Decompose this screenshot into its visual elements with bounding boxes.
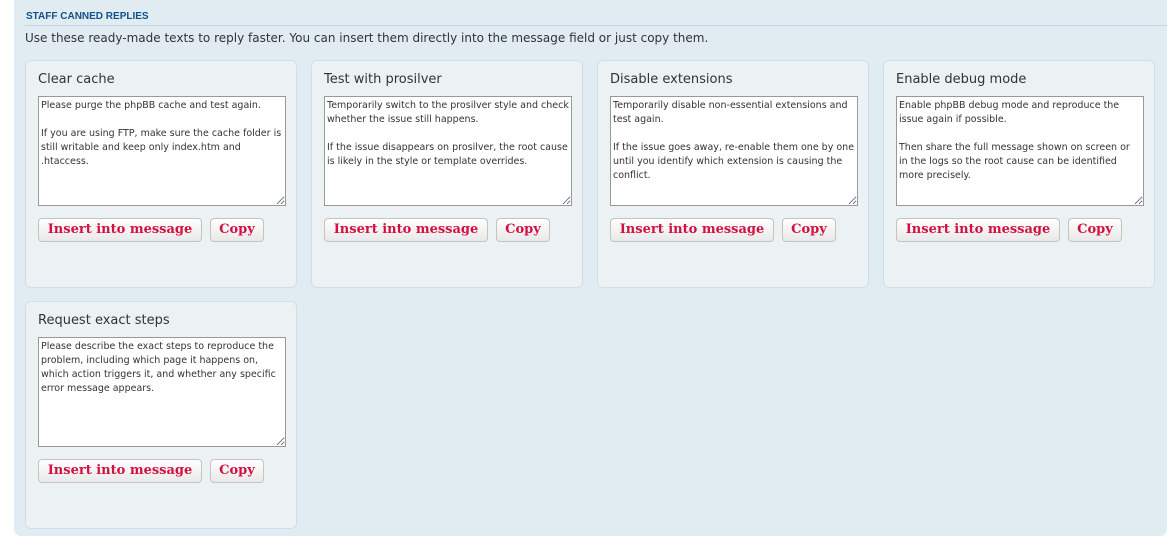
reply-card-disable-extensions: Disable extensions Temporarily disable n… [597, 60, 869, 288]
reply-textarea[interactable]: Temporarily switch to the prosilver styl… [324, 96, 572, 206]
reply-card-clear-cache: Clear cache Please purge the phpBB cache… [25, 60, 297, 288]
reply-textarea[interactable]: Please purge the phpBB cache and test ag… [38, 96, 286, 206]
reply-card-enable-debug: Enable debug mode Enable phpBB debug mod… [883, 60, 1155, 288]
copy-button[interactable]: Copy [210, 459, 264, 483]
panel-title: STAFF CANNED REPLIES [26, 11, 149, 22]
copy-button[interactable]: Copy [496, 218, 550, 242]
insert-into-message-button[interactable]: Insert into message [38, 459, 202, 483]
reply-title: Test with prosilver [324, 72, 442, 87]
insert-into-message-button[interactable]: Insert into message [896, 218, 1060, 242]
panel-description: Use these ready-made texts to reply fast… [25, 31, 709, 45]
insert-into-message-button[interactable]: Insert into message [610, 218, 774, 242]
reply-title: Disable extensions [610, 72, 733, 87]
reply-title: Enable debug mode [896, 72, 1027, 87]
reply-textarea[interactable]: Temporarily disable non-essential extens… [610, 96, 858, 206]
insert-into-message-button[interactable]: Insert into message [38, 218, 202, 242]
reply-textarea[interactable]: Please describe the exact steps to repro… [38, 337, 286, 447]
copy-button[interactable]: Copy [1068, 218, 1122, 242]
reply-title: Request exact steps [38, 313, 170, 328]
canned-replies-panel: STAFF CANNED REPLIES Use these ready-mad… [14, 0, 1167, 536]
insert-into-message-button[interactable]: Insert into message [324, 218, 488, 242]
copy-button[interactable]: Copy [782, 218, 836, 242]
panel-divider [25, 25, 1167, 26]
reply-card-test-prosilver: Test with prosilver Temporarily switch t… [311, 60, 583, 288]
reply-textarea[interactable]: Enable phpBB debug mode and reproduce th… [896, 96, 1144, 206]
reply-title: Clear cache [38, 72, 115, 87]
copy-button[interactable]: Copy [210, 218, 264, 242]
reply-card-request-steps: Request exact steps Please describe the … [25, 301, 297, 529]
